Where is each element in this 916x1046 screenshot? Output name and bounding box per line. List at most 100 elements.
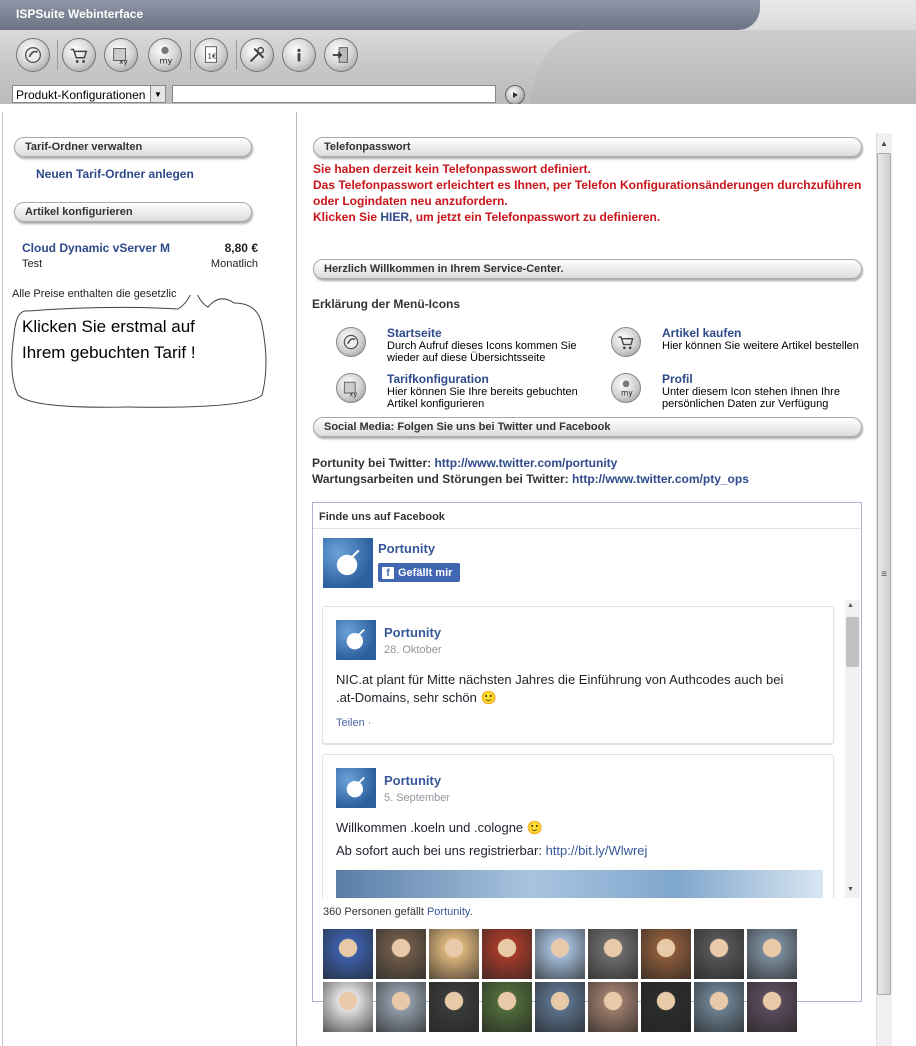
phone-password-here-link[interactable]: HIER xyxy=(380,210,409,224)
facebook-likes-count: 360 Personen gefällt Portunity. xyxy=(323,906,473,918)
toolbar-info-button[interactable] xyxy=(282,38,316,72)
facebook-feed[interactable]: Portunity 28. Oktober NIC.at plant für M… xyxy=(322,600,861,898)
article-item[interactable]: Cloud Dynamic vServer M 8,80 € Test Mona… xyxy=(22,241,258,271)
twitter-pty-ops-link[interactable]: http://www.twitter.com/pty_ops xyxy=(572,472,749,486)
fan-avatar[interactable] xyxy=(323,929,373,979)
svg-text:1€: 1€ xyxy=(207,52,217,61)
social-media-section-header: Social Media: Folgen Sie uns bei Twitter… xyxy=(313,417,862,437)
fan-avatar[interactable] xyxy=(641,982,691,1032)
post-text: Willkommen .koeln und .cologne 🙂 xyxy=(336,820,543,835)
exit-door-icon xyxy=(332,47,348,63)
facebook-f-icon: f xyxy=(382,566,394,579)
phone-line-4: Klicken Sie HIER, um jetzt ein Telefonpa… xyxy=(313,210,661,224)
fan-avatar[interactable] xyxy=(429,982,479,1032)
cart-icon xyxy=(70,48,88,63)
fan-avatar[interactable] xyxy=(482,929,532,979)
app-title: ISPSuite Webinterface xyxy=(16,7,144,21)
post-date[interactable]: 5. September xyxy=(384,792,450,804)
phone-line-3: oder Logindaten neu anzufordern. xyxy=(313,194,508,208)
feed-scroll-up-icon[interactable]: ▲ xyxy=(847,602,854,609)
new-tarif-folder-link[interactable]: Neuen Tarif-Ordner anlegen xyxy=(36,167,194,181)
tools-icon xyxy=(249,46,265,63)
svg-text:xy: xy xyxy=(349,390,357,398)
main-scroll-thumb[interactable]: ≡ xyxy=(877,153,891,995)
fan-avatar[interactable] xyxy=(323,982,373,1032)
legend-artikel-kaufen: Artikel kaufen Hier können Sie weitere A… xyxy=(662,326,859,352)
fan-avatar[interactable] xyxy=(376,982,426,1032)
legend-tarifkonfiguration: Tarifkonfiguration Hier können Sie Ihre … xyxy=(387,372,578,410)
feed-scroll-thumb[interactable] xyxy=(846,617,859,667)
search-go-button[interactable] xyxy=(505,85,525,105)
post-text-2: Ab sofort auch bei uns registrierbar: ht… xyxy=(336,843,648,858)
feed-post: Portunity 28. Oktober NIC.at plant für M… xyxy=(322,606,834,744)
fan-avatar[interactable] xyxy=(482,982,532,1032)
product-select[interactable]: Produkt-Konfigurationen ▼ xyxy=(12,85,166,103)
post-text: NIC.at plant für Mitte nächsten Jahres d… xyxy=(336,672,784,705)
bubble-text: Klicken Sie erstmal auf Ihrem gebuchten … xyxy=(22,317,196,362)
legend-profil: Profil Unter diesem Icon stehen Ihnen Ih… xyxy=(662,372,840,410)
facebook-page-name[interactable]: Portunity xyxy=(378,541,435,556)
toolbar-werkzeuge-button[interactable] xyxy=(240,38,274,72)
feed-scroll-down-icon[interactable]: ▼ xyxy=(847,886,854,893)
phone-line-1: Sie haben derzeit kein Telefonpasswort d… xyxy=(313,162,591,176)
toolbar-tarifkonfiguration-button[interactable]: xy xyxy=(104,38,138,72)
chevron-down-icon[interactable]: ▼ xyxy=(150,86,165,102)
title-bar: ISPSuite Webinterface xyxy=(0,0,760,30)
portunity-logo[interactable] xyxy=(323,538,373,588)
twitter-line-2: Wartungsarbeiten und Störungen bei Twitt… xyxy=(312,472,749,486)
post-date[interactable]: 28. Oktober xyxy=(384,644,441,656)
euro-document-icon: 1€ xyxy=(205,46,217,63)
fan-avatar[interactable] xyxy=(588,929,638,979)
welcome-section-header: Herzlich Willkommen in Ihrem Service-Cen… xyxy=(313,259,862,279)
fan-avatar[interactable] xyxy=(429,929,479,979)
artikel-section-header: Artikel konfigurieren xyxy=(14,202,252,222)
fan-avatar[interactable] xyxy=(747,982,797,1032)
post-share-link[interactable]: Teilen · xyxy=(336,717,371,729)
app-header: ISPSuite Webinterface xy my 1€ Produkt-K… xyxy=(0,0,916,112)
legend-box-xy-icon: xy xyxy=(336,373,366,403)
fan-avatar[interactable] xyxy=(641,929,691,979)
post-link[interactable]: http://bit.ly/Wlwrej xyxy=(546,843,648,858)
legend-globe-icon xyxy=(336,327,366,357)
facebook-likes-page-link[interactable]: Portunity xyxy=(427,906,470,918)
feed-post: Portunity 5. September Willkommen .koeln… xyxy=(322,754,834,898)
info-icon xyxy=(297,48,301,62)
toolbar-startseite-button[interactable] xyxy=(16,38,50,72)
toolbar-logout-button[interactable] xyxy=(324,38,358,72)
fan-avatar[interactable] xyxy=(747,929,797,979)
fan-avatar[interactable] xyxy=(535,929,585,979)
facebook-widget-heading: Finde uns auf Facebook xyxy=(313,503,861,529)
svg-text:xy: xy xyxy=(119,57,128,66)
article-period: Monatlich xyxy=(210,258,258,270)
phone-password-notice: Sie haben derzeit kein Telefonpasswort d… xyxy=(313,161,873,225)
toolbar-profil-button[interactable]: my xyxy=(148,38,182,72)
post-page-name[interactable]: Portunity xyxy=(384,773,441,788)
post-avatar[interactable] xyxy=(336,768,376,808)
fan-avatar[interactable] xyxy=(694,929,744,979)
toolbar-artikel-kaufen-button[interactable] xyxy=(62,38,96,72)
tarif-ordner-section-header: Tarif-Ordner verwalten xyxy=(14,137,252,157)
article-name[interactable]: Cloud Dynamic vServer M xyxy=(22,241,170,255)
post-avatar[interactable] xyxy=(336,620,376,660)
article-price: 8,80 € xyxy=(224,241,258,255)
post-image[interactable] xyxy=(336,870,823,898)
fan-avatar[interactable] xyxy=(376,929,426,979)
article-folder: Test xyxy=(22,258,43,270)
legend-my-profile-icon: my xyxy=(611,373,641,403)
twitter-portunity-link[interactable]: http://www.twitter.com/portunity xyxy=(434,456,617,470)
legend-startseite: Startseite Durch Aufruf dieses Icons kom… xyxy=(387,326,577,364)
post-page-name[interactable]: Portunity xyxy=(384,625,441,640)
facebook-like-button[interactable]: f Gefällt mir xyxy=(378,563,460,582)
fan-avatar[interactable] xyxy=(535,982,585,1032)
svg-text:my: my xyxy=(621,389,633,398)
globe-icon xyxy=(24,46,42,64)
toolbar-rechnungen-button[interactable]: 1€ xyxy=(194,38,228,72)
box-xy-icon: xy xyxy=(113,48,129,66)
legend-cart-icon xyxy=(611,327,641,357)
svg-text:my: my xyxy=(160,55,173,65)
header-decoration xyxy=(530,30,916,112)
search-input[interactable] xyxy=(172,85,496,103)
main-scroll-up-icon[interactable]: ▲ xyxy=(876,134,892,152)
fan-avatar[interactable] xyxy=(588,982,638,1032)
fan-avatar[interactable] xyxy=(694,982,744,1032)
